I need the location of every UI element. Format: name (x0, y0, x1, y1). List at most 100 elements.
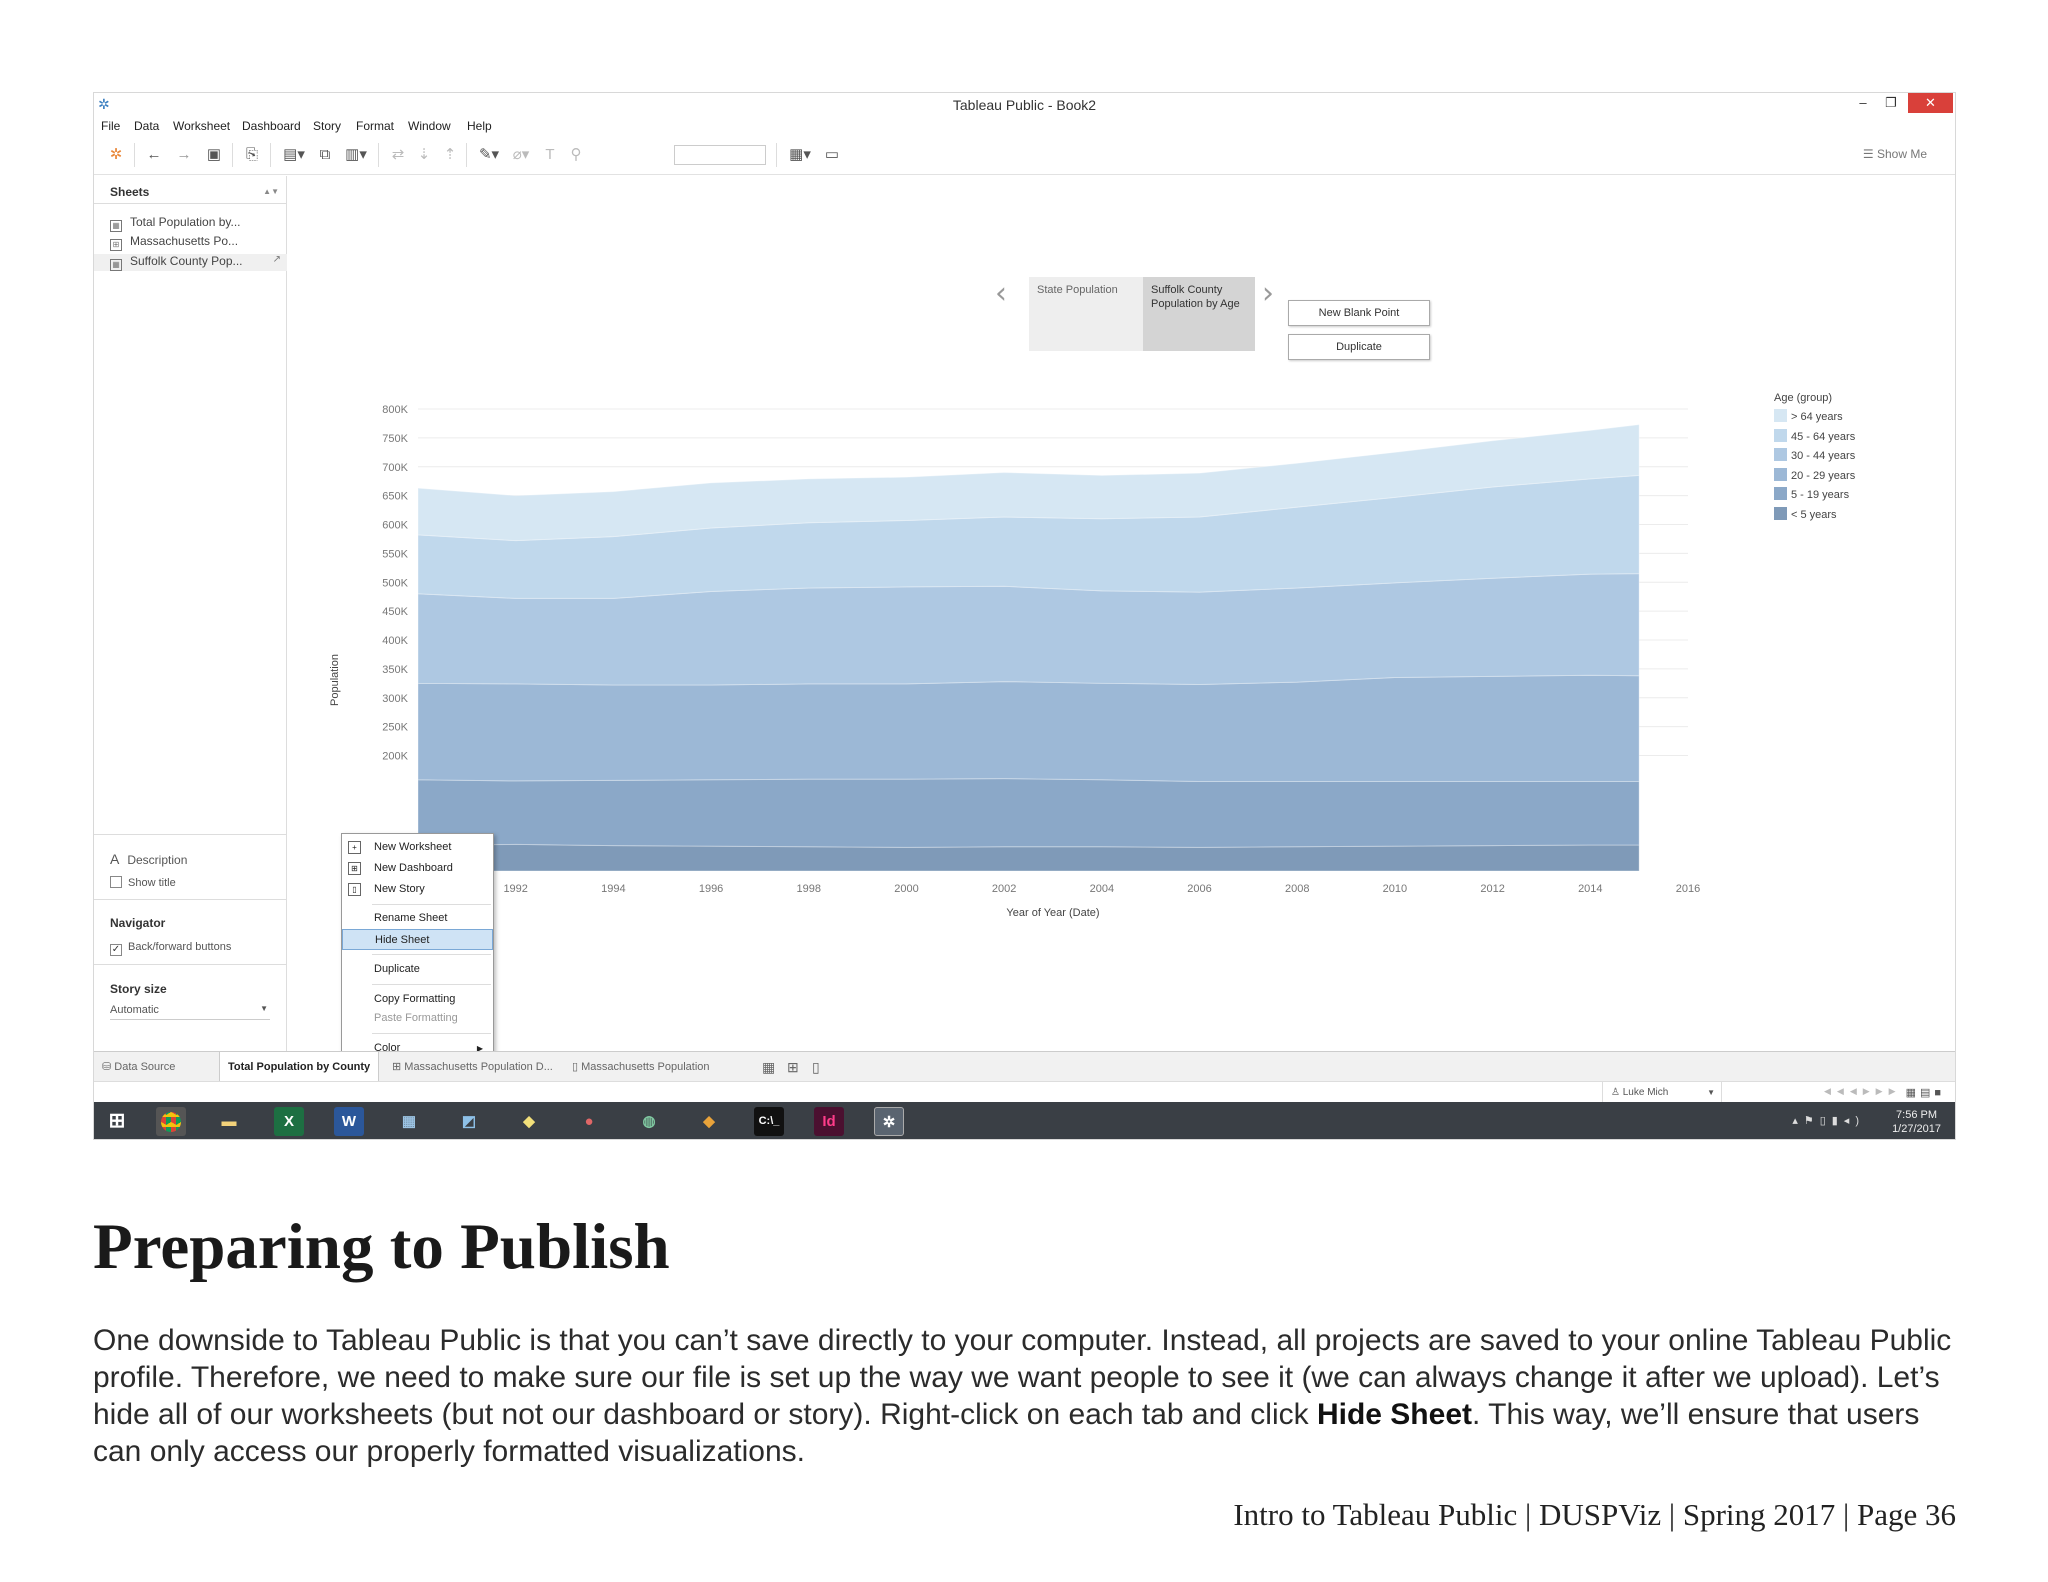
restore-button[interactable]: ❐ (1879, 93, 1903, 113)
page-footer: Intro to Tableau Public | DUSPViz | Spri… (1233, 1497, 1956, 1532)
menu-hide-sheet[interactable]: Hide Sheet (342, 929, 493, 950)
menu-file[interactable]: File (101, 119, 120, 133)
redo-icon[interactable]: → (174, 145, 194, 165)
menu-separator (372, 984, 491, 985)
show-cards-icon[interactable]: ▦▾ (786, 145, 814, 165)
chevron-down-icon: ▼ (1707, 1088, 1715, 1097)
new-worksheet-icon[interactable]: ▤▾ (280, 145, 308, 165)
tableau-taskbar-icon[interactable]: ✲ (874, 1107, 904, 1136)
legend-item[interactable]: 20 - 29 years (1774, 467, 1855, 487)
menu-separator (372, 904, 491, 905)
show-me-button[interactable]: ☰ Show Me (1863, 147, 1927, 161)
back-forward-checkbox[interactable]: ✓ Back/forward buttons (110, 941, 231, 956)
sort-descending-icon[interactable]: ⇡ (440, 145, 460, 165)
menu-duplicate[interactable]: Duplicate (342, 959, 493, 980)
tab-massachusetts-dashboard[interactable]: ⊞ Massachusetts Population D... (384, 1052, 561, 1082)
legend-item[interactable]: 45 - 64 years (1774, 428, 1855, 448)
menu-separator (372, 1033, 491, 1034)
sheet-item[interactable]: ▦ Total Population by... (110, 215, 241, 232)
menu-copy-formatting[interactable]: Copy Formatting (342, 989, 493, 1010)
save-icon[interactable]: ▣ (204, 145, 224, 165)
story-left-panel: Sheets ▲▼ ▦ Total Population by... ⊞ Massac… (94, 176, 287, 1051)
group-icon[interactable]: ⌀▾ (508, 145, 534, 165)
toolbar-separator (134, 143, 135, 167)
word-icon[interactable]: W (334, 1107, 364, 1136)
globe-icon[interactable]: ◍ (634, 1107, 664, 1136)
menu-new-worksheet[interactable]: + New Worksheet (342, 837, 493, 858)
chevron-down-icon: ▼ (260, 1004, 268, 1013)
minimize-button[interactable]: – (1851, 93, 1875, 113)
tableau-logo-icon[interactable]: ✲ (106, 145, 126, 165)
fit-dropdown[interactable] (674, 145, 766, 165)
x-axis-label: Year of Year (Date) (1006, 907, 1099, 919)
git-icon[interactable]: ◆ (694, 1107, 724, 1136)
page: ✲ Tableau Public - Book2 – ❐ ✕ File Data… (0, 0, 2048, 1582)
windows-start-icon[interactable]: ⊞ (102, 1107, 132, 1136)
new-story-tab-icon[interactable]: ▯ (804, 1052, 828, 1082)
new-dashboard-tab-icon[interactable]: ⊞ (779, 1052, 807, 1082)
label-icon[interactable]: T (540, 145, 560, 165)
sheet-navigation-icons[interactable]: ◀◀◀▶▶▶ (1824, 1086, 1902, 1097)
show-title-checkbox[interactable]: Show title (110, 876, 176, 889)
legend-item[interactable]: < 5 years (1774, 506, 1855, 526)
legend-swatch (1774, 448, 1787, 461)
story-size-dropdown[interactable]: Automatic ▼ (110, 1004, 270, 1020)
system-tray-icons[interactable]: ▴⚑▯▮◂) (1792, 1114, 1865, 1127)
clear-sheet-icon[interactable]: ▥▾ (342, 145, 370, 165)
notes-icon[interactable]: ◩ (454, 1107, 484, 1136)
tab-total-population[interactable]: Total Population by County (219, 1052, 380, 1082)
highlight-icon[interactable]: ✎▾ (476, 145, 502, 165)
legend-swatch (1774, 409, 1787, 422)
legend-item[interactable]: 30 - 44 years (1774, 447, 1855, 467)
calculator-icon[interactable]: ▦ (394, 1107, 424, 1136)
sort-ascending-icon[interactable]: ⇣ (414, 145, 434, 165)
open-sheet-icon[interactable]: ↗ (273, 254, 281, 265)
menu-story[interactable]: Story (313, 119, 341, 133)
status-bar: ♙ Luke Mich ▼ ◀◀◀▶▶▶ ▦▤■ (94, 1081, 1955, 1103)
swap-icon[interactable]: ⇄ (388, 145, 408, 165)
new-data-source-icon[interactable]: ⎘ (242, 145, 262, 165)
command-prompt-icon[interactable]: C:\_ (754, 1107, 784, 1136)
indesign-icon[interactable]: Id (814, 1107, 844, 1136)
menu-window[interactable]: Window (408, 119, 451, 133)
legend-label: 45 - 64 years (1791, 430, 1856, 443)
file-explorer-icon[interactable]: ▬ (214, 1107, 244, 1136)
sheet-item[interactable]: ⊞ Massachusetts Po... (110, 234, 238, 251)
legend-item[interactable]: > 64 years (1774, 408, 1855, 428)
close-button[interactable]: ✕ (1908, 93, 1953, 113)
menu-data[interactable]: Data (134, 119, 159, 133)
duplicate-sheet-icon[interactable]: ⧉ (314, 145, 336, 165)
menu-worksheet[interactable]: Worksheet (173, 119, 230, 133)
view-toggle-icons[interactable]: ▦▤■ (1906, 1086, 1945, 1099)
tab-data-source[interactable]: ⛁ Data Source (94, 1052, 183, 1082)
paint-icon[interactable]: ● (574, 1107, 604, 1136)
checkbox-unchecked-icon (110, 876, 122, 888)
user-menu[interactable]: ♙ Luke Mich ▼ (1602, 1082, 1722, 1103)
menu-new-story[interactable]: ▯ New Story (342, 879, 493, 900)
toolbar-separator (270, 143, 271, 167)
undo-icon[interactable]: ← (144, 145, 164, 165)
area-series[interactable] (417, 674, 1640, 782)
area-series[interactable] (417, 778, 1640, 848)
menu-help[interactable]: Help (467, 119, 492, 133)
pin-icon[interactable]: ⚲ (566, 145, 586, 165)
chrome-icon[interactable] (156, 1107, 186, 1136)
tab-massachusetts-story[interactable]: ▯ Massachusetts Population (564, 1052, 718, 1082)
folder-icon[interactable]: ◆ (514, 1107, 544, 1136)
excel-icon[interactable]: X (274, 1107, 304, 1136)
taskbar-clock[interactable]: 7:56 PM 1/27/2017 (1892, 1108, 1941, 1136)
legend-item[interactable]: 5 - 19 years (1774, 486, 1855, 506)
menu-dashboard[interactable]: Dashboard (242, 119, 301, 133)
menu-format[interactable]: Format (356, 119, 394, 133)
sheet-item[interactable]: ▦ Suffolk County Pop... ↗ (94, 254, 287, 271)
menu-rename-sheet[interactable]: Rename Sheet (342, 908, 493, 929)
x-tick-label: 1994 (601, 883, 625, 895)
menu-new-dashboard[interactable]: ⊞ New Dashboard (342, 858, 493, 879)
worksheet-icon: ▦ (110, 220, 122, 232)
x-tick-label: 2002 (992, 883, 1016, 895)
presentation-mode-icon[interactable]: ▭ (822, 145, 842, 165)
x-tick-label: 1996 (699, 883, 723, 895)
navigator-header: Navigator (110, 916, 166, 930)
description-item[interactable]: A Description (110, 851, 187, 867)
area-series[interactable] (417, 843, 1640, 872)
